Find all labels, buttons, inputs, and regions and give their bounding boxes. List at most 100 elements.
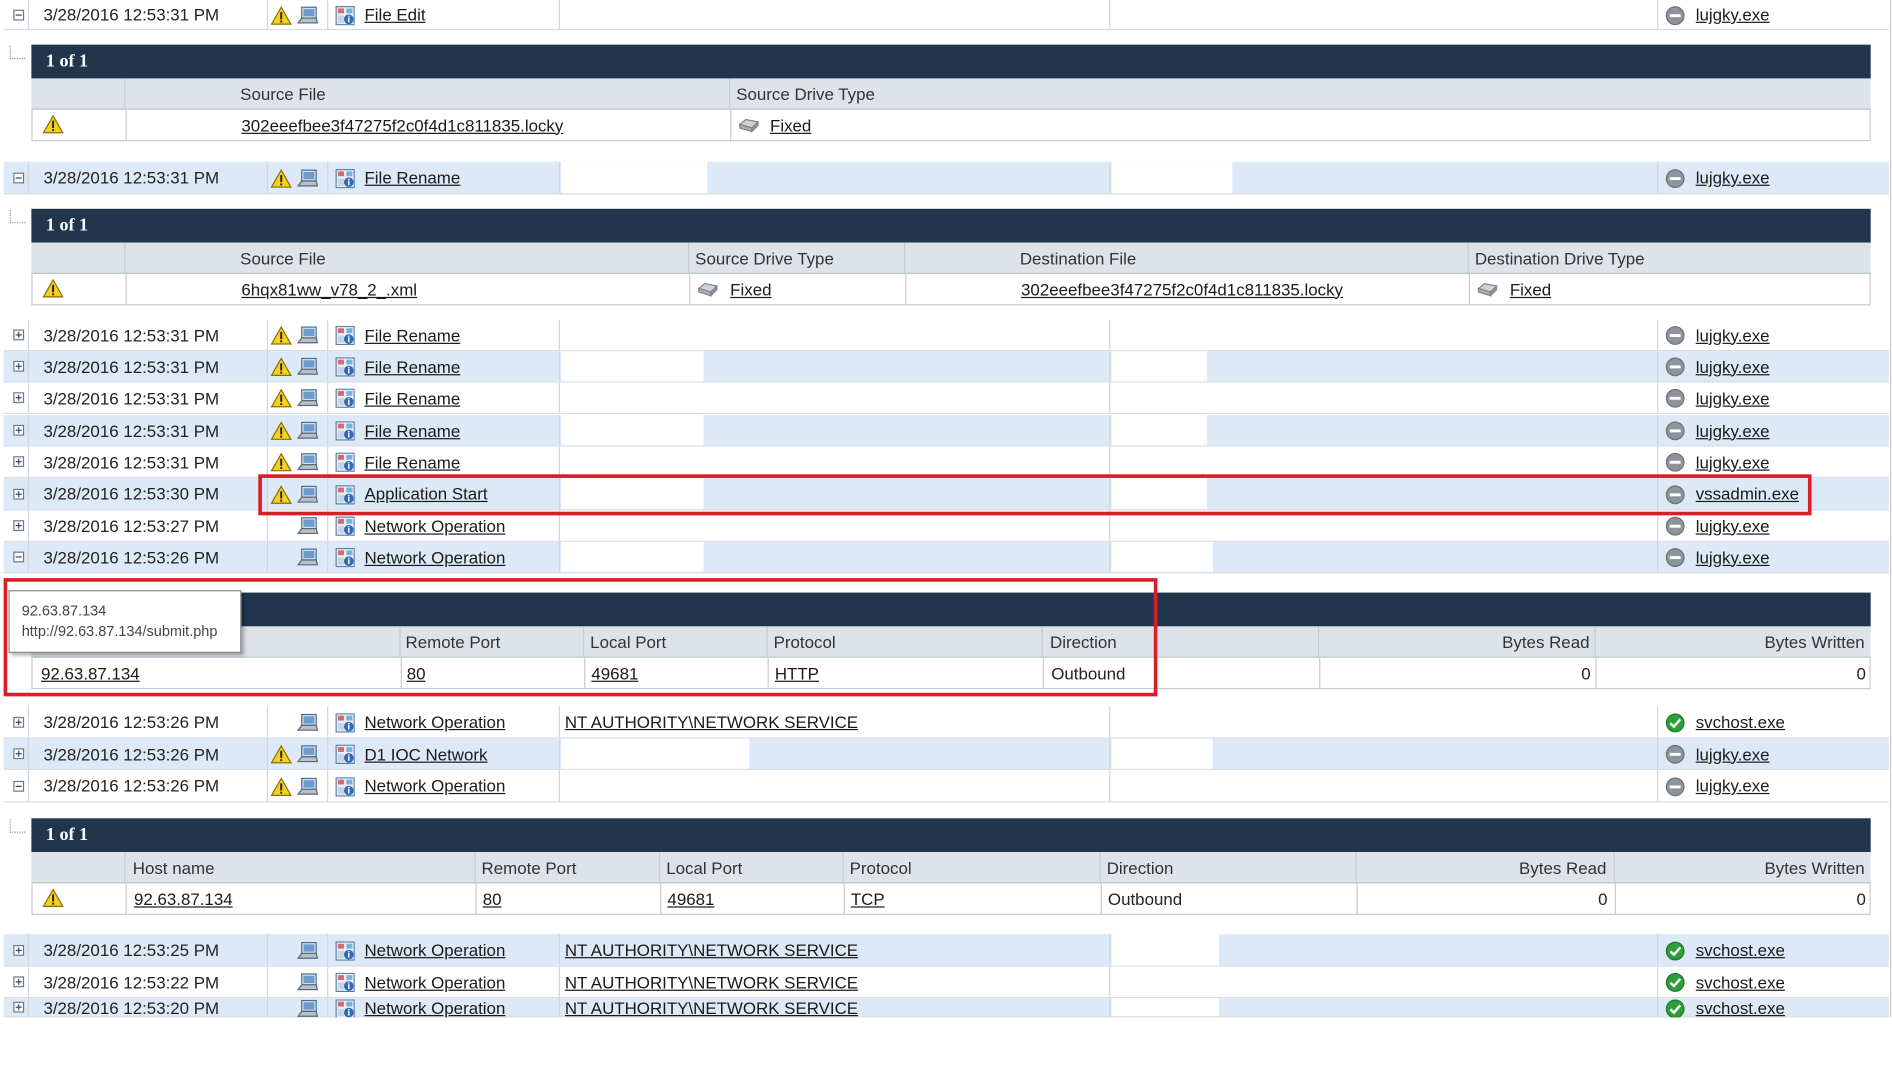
source-drive-type-link[interactable]: Fixed — [730, 279, 771, 298]
expand-icon[interactable] — [13, 424, 25, 436]
expand-icon[interactable] — [13, 748, 25, 760]
process-link[interactable]: svchost.exe — [1696, 712, 1785, 731]
col-source-file[interactable]: Source File — [240, 243, 325, 273]
event-type-link[interactable]: Network Operation — [364, 776, 505, 795]
event-type-link[interactable]: File Rename — [364, 325, 460, 344]
expand-icon[interactable] — [13, 520, 25, 532]
event-row[interactable]: 3/28/2016 12:53:31 PM File Rename lujgky.e… — [3, 382, 1889, 414]
process-link[interactable]: lujgky.exe — [1696, 388, 1770, 407]
col-destination-file[interactable]: Destination File — [1020, 243, 1136, 273]
expand-icon[interactable] — [13, 488, 25, 500]
process-link[interactable]: svchost.exe — [1696, 972, 1785, 991]
event-row[interactable]: 3/28/2016 12:53:27 PM Network Operation lu… — [3, 510, 1889, 542]
event-row[interactable]: 3/28/2016 12:53:31 PM File Rename lujgky.e… — [3, 161, 1889, 195]
collapse-icon[interactable] — [13, 551, 25, 563]
event-type-link[interactable]: File Rename — [364, 168, 460, 187]
event-row[interactable]: 3/28/2016 12:53:26 PM Network Operation lu… — [3, 770, 1889, 803]
event-row[interactable]: 3/28/2016 12:53:31 PM File Rename lujgky.e… — [3, 415, 1889, 447]
col-destination-drive-type[interactable]: Destination Drive Type — [1475, 243, 1645, 273]
source-file-link[interactable]: 302eeefbee3f47275f2c0f4d1c811835.locky — [241, 115, 563, 134]
collapse-icon[interactable] — [13, 172, 25, 184]
col-host-name[interactable]: Host name — [133, 852, 215, 882]
user-link[interactable]: NT AUTHORITY\NETWORK SERVICE — [565, 972, 858, 991]
user-link[interactable]: NT AUTHORITY\NETWORK SERVICE — [565, 940, 858, 959]
event-row[interactable]: 3/28/2016 12:53:20 PM Network Operation NT… — [3, 998, 1889, 1018]
event-row[interactable]: 3/28/2016 12:53:31 PM File Rename lujgky.e… — [3, 319, 1889, 352]
expand-icon[interactable] — [13, 976, 25, 988]
process-link[interactable]: lujgky.exe — [1696, 452, 1770, 471]
process-link[interactable]: lujgky.exe — [1696, 325, 1770, 344]
user-link[interactable]: NT AUTHORITY\NETWORK SERVICE — [565, 712, 858, 731]
remote-port-link[interactable]: 80 — [407, 663, 426, 682]
col-remote-port[interactable]: Remote Port — [482, 852, 577, 882]
col-direction[interactable]: Direction — [1107, 852, 1174, 882]
protocol-link[interactable]: HTTP — [775, 663, 819, 682]
col-protocol[interactable]: Protocol — [774, 626, 836, 656]
user-link[interactable]: NT AUTHORITY\NETWORK SERVICE — [565, 998, 858, 1017]
event-type-link[interactable]: Network Operation — [364, 547, 505, 566]
col-bytes-read[interactable]: Bytes Read — [1318, 626, 1589, 656]
expand-icon[interactable] — [13, 329, 25, 341]
event-type-link[interactable]: Network Operation — [364, 972, 505, 991]
destination-file-link[interactable]: 302eeefbee3f47275f2c0f4d1c811835.locky — [1021, 279, 1343, 298]
col-direction[interactable]: Direction — [1050, 626, 1117, 656]
expand-icon[interactable] — [13, 1001, 25, 1013]
source-file-link[interactable]: 6hqx81ww_v78_2_.xml — [241, 279, 417, 298]
expand-icon[interactable] — [13, 456, 25, 468]
destination-drive-type-link[interactable]: Fixed — [1510, 279, 1551, 298]
expand-icon[interactable] — [13, 945, 25, 956]
event-type-link[interactable]: File Rename — [364, 452, 460, 471]
event-type-link[interactable]: Application Start — [364, 484, 487, 503]
process-link[interactable]: lujgky.exe — [1696, 776, 1770, 795]
process-link[interactable]: lujgky.exe — [1696, 547, 1770, 566]
event-type-link[interactable]: Network Operation — [364, 712, 505, 731]
event-row[interactable]: 3/28/2016 12:53:30 PM Application Start vs… — [3, 477, 1889, 511]
event-row[interactable]: 3/28/2016 12:53:26 PM Network Operation lu… — [3, 541, 1889, 574]
event-type-link[interactable]: File Edit — [364, 5, 425, 24]
col-local-port[interactable]: Local Port — [666, 852, 742, 882]
col-bytes-written[interactable]: Bytes Written — [1594, 626, 1864, 656]
event-row[interactable]: 3/28/2016 12:53:31 PM File Rename lujgky.e… — [3, 446, 1889, 478]
process-link[interactable]: lujgky.exe — [1696, 5, 1770, 24]
col-source-drive-type[interactable]: Source Drive Type — [695, 243, 834, 273]
col-protocol[interactable]: Protocol — [850, 852, 912, 882]
event-type-link[interactable]: D1 IOC Network — [364, 744, 487, 763]
expand-icon[interactable] — [13, 360, 25, 372]
event-type-link[interactable]: File Rename — [364, 421, 460, 440]
process-link[interactable]: lujgky.exe — [1696, 168, 1770, 187]
collapse-icon[interactable] — [13, 9, 25, 21]
host-link[interactable]: 92.63.87.134 — [41, 663, 140, 682]
local-port-link[interactable]: 49681 — [667, 889, 714, 908]
expand-icon[interactable] — [13, 392, 25, 404]
col-bytes-read[interactable]: Bytes Read — [1355, 852, 1606, 882]
col-bytes-written[interactable]: Bytes Written — [1614, 852, 1864, 882]
event-row[interactable]: 3/28/2016 12:53:26 PM Network Operation NT… — [3, 706, 1889, 739]
col-source-drive-type[interactable]: Source Drive Type — [736, 78, 875, 108]
col-local-port[interactable]: Local Port — [590, 626, 666, 656]
event-type-link[interactable]: Network Operation — [364, 940, 505, 959]
event-row[interactable]: 3/28/2016 12:53:31 PM File Edit lujgky.exe — [3, 0, 1889, 31]
collapse-icon[interactable] — [13, 780, 25, 792]
process-link[interactable]: lujgky.exe — [1696, 516, 1770, 535]
process-link[interactable]: lujgky.exe — [1696, 421, 1770, 440]
source-drive-type-link[interactable]: Fixed — [770, 115, 811, 134]
remote-port-link[interactable]: 80 — [483, 889, 502, 908]
event-type-link[interactable]: Network Operation — [364, 516, 505, 535]
event-row[interactable]: 3/28/2016 12:53:22 PM Network Operation NT… — [3, 966, 1889, 999]
process-link[interactable]: lujgky.exe — [1696, 744, 1770, 763]
event-type-link[interactable]: Network Operation — [364, 998, 505, 1017]
process-link[interactable]: vssadmin.exe — [1696, 484, 1799, 503]
protocol-link[interactable]: TCP — [851, 889, 885, 908]
col-source-file[interactable]: Source File — [240, 78, 325, 108]
event-type-link[interactable]: File Rename — [364, 388, 460, 407]
host-link[interactable]: 92.63.87.134 — [134, 889, 233, 908]
event-row[interactable]: 3/28/2016 12:53:26 PM D1 IOC Network lujgk… — [3, 738, 1889, 771]
event-type-link[interactable]: File Rename — [364, 357, 460, 376]
process-link[interactable]: svchost.exe — [1696, 998, 1785, 1017]
process-link[interactable]: lujgky.exe — [1696, 357, 1770, 376]
process-link[interactable]: svchost.exe — [1696, 940, 1785, 959]
expand-icon[interactable] — [13, 716, 25, 728]
event-row[interactable]: 3/28/2016 12:53:31 PM File Rename lujgky.e… — [3, 351, 1889, 383]
local-port-link[interactable]: 49681 — [591, 663, 638, 682]
col-remote-port[interactable]: Remote Port — [406, 626, 501, 656]
